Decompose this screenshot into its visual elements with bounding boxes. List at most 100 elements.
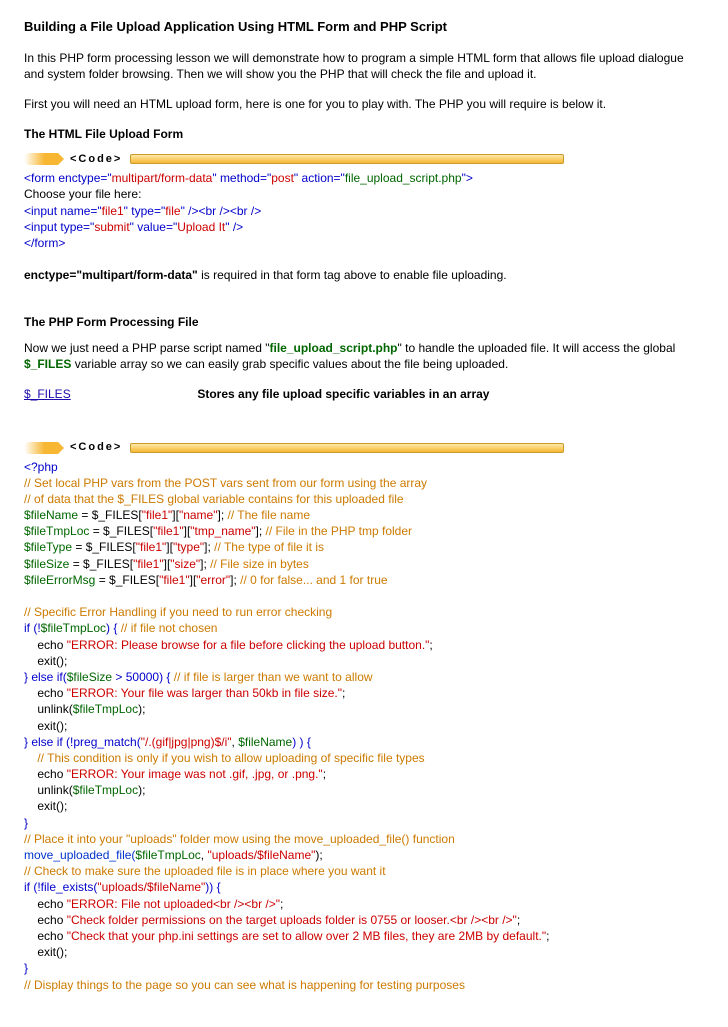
- text: Now we just need a PHP parse script name…: [24, 341, 270, 355]
- code-text: Upload It: [177, 220, 225, 234]
- php-intro: Now we just need a PHP parse script name…: [24, 340, 704, 372]
- code-text: ][: [172, 508, 179, 522]
- text: file_upload_script.php: [270, 341, 398, 355]
- code-text: = $_FILES[: [78, 508, 142, 522]
- code-text: $fileType: [24, 540, 72, 554]
- code-text: ][: [166, 540, 173, 554]
- code-text: echo: [24, 897, 67, 911]
- code-text: file1: [102, 204, 124, 218]
- code-text: file: [165, 204, 180, 218]
- code-text: ) {: [106, 621, 117, 635]
- code-text: "error": [196, 573, 230, 587]
- code-text: echo: [24, 767, 67, 781]
- banner-bar: [130, 443, 564, 453]
- code-text: ) ) {: [292, 735, 311, 749]
- code-text: "file1": [159, 573, 190, 587]
- code-text: "file1": [153, 524, 184, 538]
- code-text: $fileTmpLoc: [41, 621, 106, 635]
- code-text: echo: [24, 913, 67, 927]
- code-text: ;: [546, 929, 549, 943]
- code-text: // Place it into your "uploads" folder m…: [24, 831, 704, 847]
- code-text: "ERROR: File not uploaded<br /><br />": [67, 897, 280, 911]
- code-text: <?php: [24, 459, 704, 475]
- code-text: unlink(: [24, 783, 73, 797]
- code-text: <input type=": [24, 220, 94, 234]
- code-text: );: [138, 783, 145, 797]
- code-text: = $_FILES[: [89, 524, 153, 538]
- text: $_FILES: [24, 357, 71, 371]
- code-text: // 0 for false... and 1 for true: [237, 573, 388, 587]
- code-text: );: [138, 702, 145, 716]
- code-text: // if file not chosen: [117, 621, 217, 635]
- intro-1: In this PHP form processing lesson we wi…: [24, 50, 704, 82]
- code-text: echo: [24, 638, 67, 652]
- page-title: Building a File Upload Application Using…: [24, 18, 704, 36]
- code-text: ;: [517, 913, 520, 927]
- code-text: = $_FILES[: [69, 557, 133, 571]
- code-text: exit();: [24, 718, 704, 734]
- code-text: " method=": [212, 171, 271, 185]
- code-text: move_uploaded_file(: [24, 848, 135, 862]
- heading-php-file: The PHP Form Processing File: [24, 314, 704, 330]
- code-text: "ERROR: Your image was not .gif, .jpg, o…: [67, 767, 323, 781]
- code-text: = $_FILES[: [72, 540, 136, 554]
- code-text: echo: [24, 686, 67, 700]
- html-code-block: <form enctype="multipart/form-data" meth…: [24, 170, 704, 251]
- code-text: // File size in bytes: [207, 557, 309, 571]
- code-text: ;: [323, 767, 326, 781]
- code-text: " />: [225, 220, 243, 234]
- code-text: ;: [280, 897, 283, 911]
- code-text: }: [24, 815, 704, 831]
- text: variable array so we can easily grab spe…: [71, 357, 508, 371]
- code-text: ];: [204, 540, 211, 554]
- code-text: ];: [230, 573, 237, 587]
- code-text: Choose your file here:: [24, 186, 704, 202]
- code-text: " action=": [294, 171, 345, 185]
- code-text: " value=": [130, 220, 178, 234]
- code-text: echo: [24, 929, 67, 943]
- code-text: ];: [200, 557, 207, 571]
- code-text: ;: [342, 686, 345, 700]
- code-text: // if file is larger than we want to all…: [170, 670, 372, 684]
- code-text: "type": [173, 540, 204, 554]
- code-text: $fileName: [24, 508, 78, 522]
- code-text: );: [315, 848, 322, 862]
- banner-label: <Code>: [58, 440, 130, 455]
- code-text: ">: [462, 171, 473, 185]
- code-text: " type=": [124, 204, 166, 218]
- code-text: file_upload_script.php: [345, 171, 462, 185]
- code-text: // The type of file it is: [211, 540, 324, 554]
- code-text: "ERROR: Please browse for a file before …: [67, 638, 430, 652]
- code-text: "file1": [136, 540, 167, 554]
- code-text: "Check that your php.ini settings are se…: [67, 929, 546, 943]
- code-text: "ERROR: Your file was larger than 50kb i…: [67, 686, 342, 700]
- code-text: "Check folder permissions on the target …: [67, 913, 517, 927]
- code-text: exit();: [24, 798, 704, 814]
- files-desc: Stores any file upload specific variable…: [197, 386, 489, 402]
- code-text: // Check to make sure the uploaded file …: [24, 863, 704, 879]
- code-text: </form>: [24, 235, 704, 251]
- code-text: )) {: [205, 880, 220, 894]
- heading-html-form: The HTML File Upload Form: [24, 126, 704, 142]
- code-text: "tmp_name": [190, 524, 255, 538]
- code-text: // Specific Error Handling if you need t…: [24, 604, 704, 620]
- code-banner-2: <Code>: [24, 441, 564, 455]
- code-text: exit();: [24, 653, 704, 669]
- code-text: // The file name: [224, 508, 310, 522]
- code-text: // Display things to the page so you can…: [24, 977, 704, 993]
- enctype-rest: is required in that form tag above to en…: [198, 268, 507, 282]
- enctype-bold: enctype="multipart/form-data": [24, 268, 198, 282]
- code-text: "file1": [133, 557, 164, 571]
- code-banner-1: <Code>: [24, 152, 564, 166]
- code-text: $fileErrorMsg: [24, 573, 95, 587]
- code-text: submit: [94, 220, 129, 234]
- files-row: $_FILES Stores any file upload specific …: [24, 386, 704, 402]
- code-text: " /><br /><br />: [181, 204, 262, 218]
- text: " to handle the uploaded file. It will a…: [398, 341, 676, 355]
- code-text: multipart/form-data: [112, 171, 213, 185]
- code-text: $fileSize: [24, 557, 69, 571]
- files-link[interactable]: $_FILES: [24, 387, 71, 401]
- banner-bar: [130, 154, 564, 164]
- banner-arrow-icon: [24, 442, 58, 454]
- code-text: = $_FILES[: [95, 573, 159, 587]
